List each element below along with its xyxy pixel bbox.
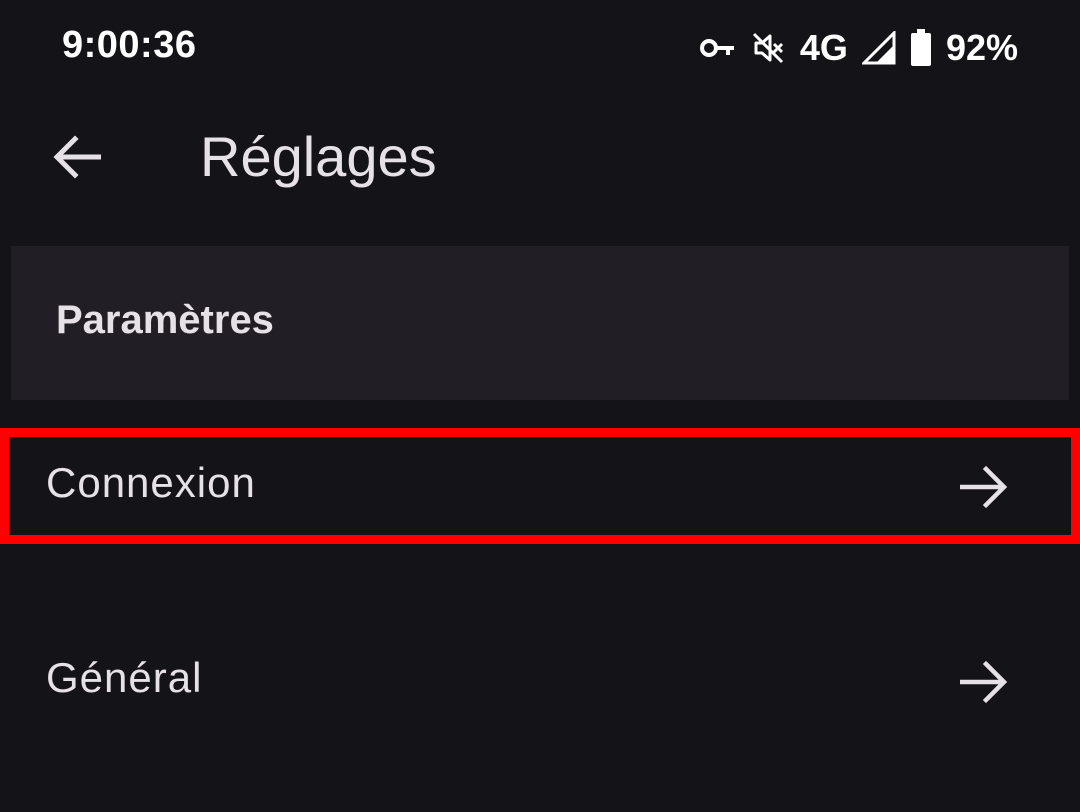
menu-item-connexion[interactable]: Connexion xyxy=(0,427,1080,547)
app-bar: Réglages xyxy=(0,100,1080,216)
back-button[interactable] xyxy=(40,122,114,196)
status-icons: 4G 92% xyxy=(699,26,1018,70)
menu-item-general[interactable]: Général xyxy=(0,622,1080,742)
battery-icon xyxy=(910,29,932,67)
battery-percent: 92% xyxy=(945,27,1018,68)
vpn-key-icon xyxy=(699,36,736,60)
section-header: Paramètres xyxy=(11,246,1069,400)
page-title: Réglages xyxy=(200,125,437,188)
status-bar: 9:00:36 4G 92% xyxy=(0,0,1080,96)
signal-icon xyxy=(861,31,896,65)
arrow-back-icon xyxy=(53,134,102,184)
status-time: 9:00:36 xyxy=(62,24,197,66)
section-title: Paramètres xyxy=(56,298,274,342)
network-type: 4G xyxy=(799,27,848,68)
mute-icon xyxy=(750,30,786,66)
arrow-forward-icon xyxy=(954,457,1014,517)
arrow-forward-icon xyxy=(954,652,1014,712)
menu-item-label: Connexion xyxy=(46,459,256,506)
menu-item-label: Général xyxy=(46,654,203,701)
